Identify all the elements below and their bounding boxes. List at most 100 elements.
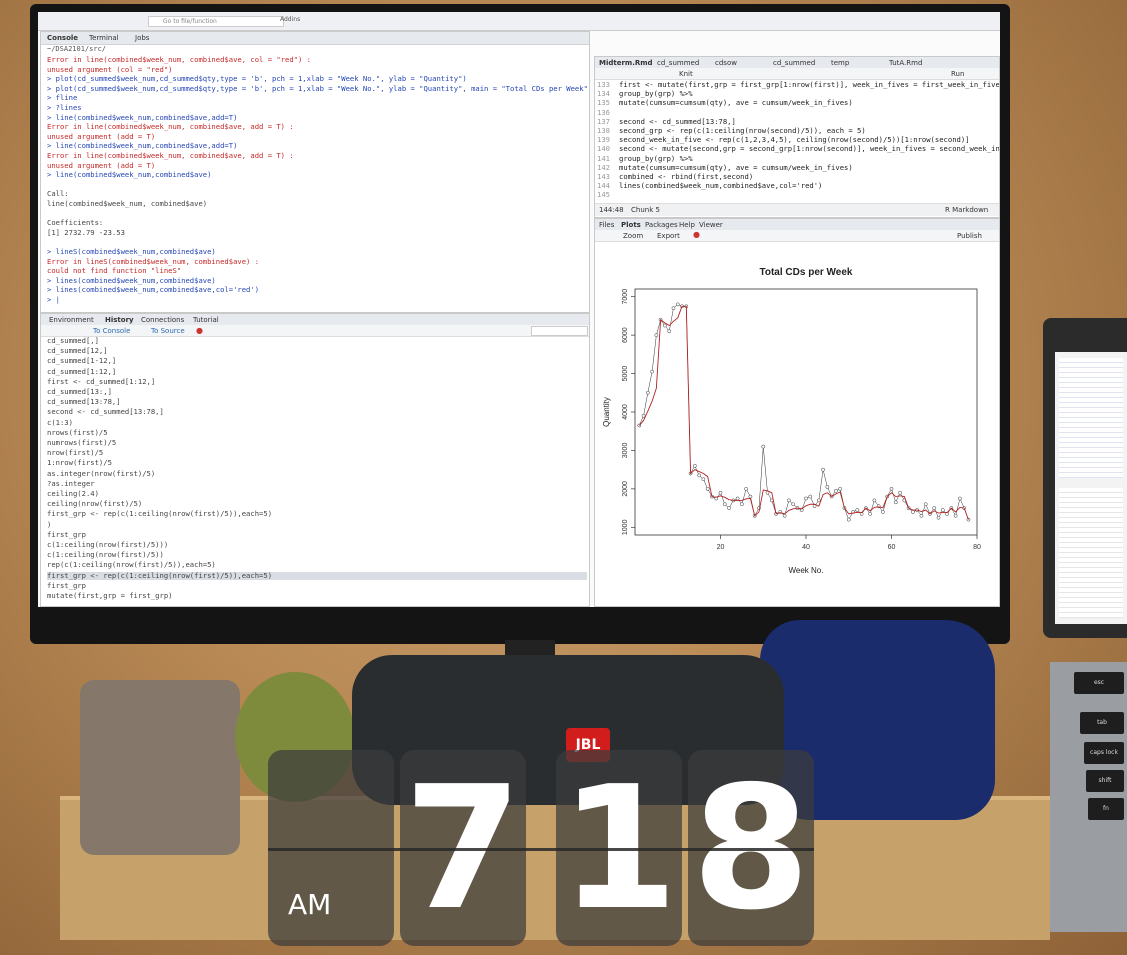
history-item[interactable]: cd_summed[12,] (47, 347, 108, 355)
history-item[interactable]: first <- cd_summed[1:12,] (47, 377, 155, 386)
history-item[interactable]: ceiling(2.4) (47, 490, 99, 498)
tab-viewer[interactable]: Viewer (699, 221, 723, 229)
tab-history[interactable]: History (105, 316, 134, 324)
console-line: > line(combined$week_num,combined$ave,ad… (47, 141, 238, 151)
history-item[interactable]: first_grp (47, 581, 86, 590)
history-item[interactable]: nrows(first)/5 (47, 428, 108, 437)
data-point (645, 390, 650, 395)
to-console-button[interactable]: To Console (93, 327, 130, 335)
history-list[interactable]: cd_summed[,] cd_summed[12,] cd_summed[1-12… (47, 337, 587, 605)
data-point (744, 487, 748, 491)
zoom-button[interactable]: Zoom (623, 232, 643, 240)
data-point (919, 513, 924, 518)
history-search-input[interactable] (531, 326, 588, 336)
history-item[interactable]: ceiling(nrow(first)/5) (47, 500, 142, 508)
data-point (936, 515, 941, 520)
addins-menu[interactable]: Addins (280, 16, 300, 23)
data-point (671, 306, 676, 311)
tab-help[interactable]: Help (679, 221, 695, 229)
console-line: Call: (47, 189, 69, 199)
history-item[interactable]: 1:nrow(first)/5 (47, 459, 112, 467)
x-tick-label: 60 (888, 544, 896, 551)
tab-terminal[interactable]: Terminal (89, 34, 119, 42)
tab-console[interactable]: Console (47, 34, 78, 42)
mode-selector[interactable]: R Markdown (945, 206, 988, 214)
code-line: second <- cd_summed[13:78,] (619, 116, 736, 126)
data-point (893, 500, 898, 505)
data-point (868, 512, 872, 516)
to-source-button[interactable]: To Source (151, 327, 185, 335)
tab-environment[interactable]: Environment (49, 316, 94, 324)
laptop-screen-content-lower (1059, 488, 1123, 618)
y-tick-label: 6000 (622, 327, 629, 343)
rstudio-toolbar: Go to file/function Addins (38, 12, 1000, 31)
history-item[interactable]: cd_summed[1:12,] (47, 367, 116, 376)
history-item[interactable]: mutate(first,grp = first_grp) (47, 592, 173, 600)
editor-tab[interactable]: cd_summed (657, 59, 699, 67)
console-line: > fline (47, 93, 78, 103)
chunk-selector[interactable]: Chunk 5 (631, 206, 660, 214)
publish-button[interactable]: Publish (957, 232, 982, 240)
tab-files[interactable]: Files (599, 221, 614, 229)
history-item[interactable]: cd_summed[,] (47, 337, 99, 345)
history-item[interactable]: cd_summed[1-12,] (47, 357, 116, 365)
data-point (718, 490, 723, 495)
code-line: second <- mutate(second,grp = second_grp… (619, 144, 999, 154)
x-tick-label: 40 (802, 544, 810, 551)
editor-tab[interactable]: Midterm.Rmd (599, 59, 653, 67)
console-line: Error in line(combined$week_num, combine… (47, 151, 294, 160)
history-item[interactable]: c(1:ceiling(nrow(first)/5)) (47, 551, 164, 559)
history-item[interactable]: numrows(first)/5 (47, 439, 116, 447)
delete-icon[interactable]: ● (196, 326, 203, 335)
history-item[interactable]: cd_summed[13:78,] (47, 398, 121, 406)
cd-chart: Total CDs per Week Week No. Quantity 20 40 60… (602, 267, 981, 575)
history-item[interactable]: cd_summed[13:,] (47, 388, 112, 396)
goto-file-input[interactable]: Go to file/function (148, 16, 284, 27)
data-point (663, 323, 667, 328)
knit-button[interactable]: Knit (679, 70, 693, 78)
export-button[interactable]: Export (657, 232, 680, 240)
editor-pane: Midterm.Rmd cd_summed cdsow cd_summed temp Tu… (594, 56, 1000, 218)
clock-period: AM (288, 888, 332, 921)
data-point (787, 498, 791, 503)
history-pane: Environment History Connections Tutorial… (40, 313, 590, 607)
history-item[interactable]: ) (47, 520, 51, 529)
editor-tab[interactable]: cd_summed (773, 59, 815, 67)
data-point (834, 488, 838, 493)
tab-tutorial[interactable]: Tutorial (193, 316, 219, 324)
line-number: 144 (597, 181, 610, 191)
plots-pane: Files Plots Packages Help Viewer Zoom Ex… (594, 218, 1000, 607)
laptop-screen-content (1059, 358, 1123, 478)
console-output[interactable]: Error in line(combined$week_num, combine… (47, 56, 587, 310)
history-item[interactable]: first_grp <- rep(c(1:ceiling(nrow(first)… (47, 571, 587, 580)
history-item[interactable]: second <- cd_summed[13:78,] (47, 408, 164, 416)
history-item[interactable]: c(1:3) (47, 418, 73, 427)
history-item[interactable]: first_grp <- rep(c(1:ceiling(nrow(first)… (47, 510, 272, 518)
console-line: > lines(combined$week_num,combined$ave,c… (47, 285, 260, 295)
tab-plots[interactable]: Plots (621, 221, 641, 229)
history-item[interactable]: rep(c(1:ceiling(nrow(first)/5)),each=5) (47, 561, 216, 569)
history-item[interactable]: nrow(first)/5 (47, 449, 103, 457)
history-item[interactable]: ?as.integer (47, 479, 95, 488)
editor-tab[interactable]: TutA.Rmd (889, 59, 922, 67)
laptop-keyboard: esc tab caps lock shift fn (1050, 662, 1127, 932)
console-line: Error in line(combined$week_num, combine… (47, 122, 294, 132)
tab-packages[interactable]: Packages (645, 221, 678, 229)
history-item[interactable]: c(1:ceiling(nrow(first)/5))) (47, 541, 168, 549)
line-number: 138 (597, 126, 610, 135)
console-line: > lineS(combined$week_num,combined$ave) (47, 247, 216, 256)
history-item[interactable]: first_grp (47, 530, 86, 539)
line-number: 141 (597, 153, 610, 163)
console-path: ~/DSA2101/src/ (47, 45, 107, 53)
editor-tab[interactable]: cdsow (715, 59, 737, 67)
clear-plot-icon[interactable]: ● (693, 230, 700, 239)
code-editor[interactable]: 133 first <- mutate(first,grp = first_grp… (595, 81, 999, 201)
tab-connections[interactable]: Connections (141, 316, 184, 324)
tab-jobs[interactable]: Jobs (135, 34, 149, 42)
data-point (722, 502, 727, 507)
editor-tab[interactable]: temp (831, 59, 849, 67)
console-line: unused argument (col = "red") (47, 64, 173, 74)
run-button[interactable]: Run (951, 70, 964, 78)
rstudio-window: Go to file/function Addins Console Termi… (38, 12, 1000, 607)
history-item[interactable]: as.integer(nrow(first)/5) (47, 469, 155, 478)
